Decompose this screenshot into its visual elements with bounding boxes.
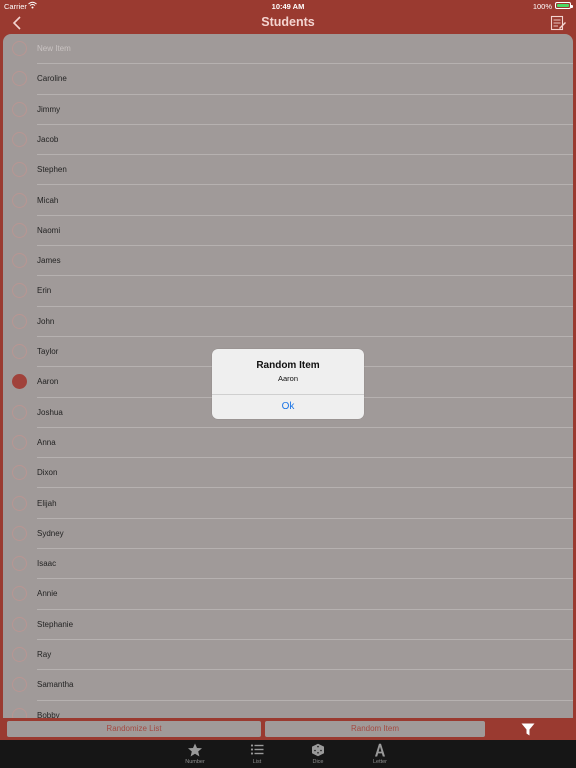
alert-title: Random Item bbox=[256, 360, 320, 371]
list-item[interactable]: Isaac bbox=[3, 549, 573, 580]
tab-label: Number bbox=[185, 759, 205, 765]
radio-button[interactable] bbox=[12, 647, 27, 662]
radio-button[interactable] bbox=[12, 465, 27, 481]
radio-button[interactable] bbox=[12, 101, 27, 117]
radio-button[interactable] bbox=[12, 192, 27, 208]
list-item[interactable]: Jacob bbox=[3, 125, 573, 156]
list-item[interactable]: Stephanie bbox=[3, 610, 573, 640]
radio-button[interactable] bbox=[12, 131, 27, 147]
new-item-placeholder: New Item bbox=[37, 44, 71, 53]
list-item-label: Naomi bbox=[37, 225, 61, 235]
radio-button[interactable] bbox=[12, 222, 27, 238]
list-item-label: Bobby bbox=[37, 710, 60, 718]
action-bar: Randomize List Random Item bbox=[0, 718, 576, 740]
radio-button[interactable] bbox=[12, 71, 27, 87]
radio-button[interactable] bbox=[12, 495, 27, 511]
list-item[interactable]: Stephen bbox=[3, 155, 573, 186]
new-item-row[interactable]: New Item bbox=[3, 34, 573, 65]
list-item-label: Taylor bbox=[37, 347, 59, 356]
list-item[interactable]: Micah bbox=[3, 186, 573, 216]
list-item[interactable]: Erin bbox=[3, 276, 573, 307]
list-item-label: James bbox=[37, 256, 61, 266]
radio-button[interactable] bbox=[12, 556, 27, 572]
list-item[interactable]: Elijah bbox=[3, 489, 573, 519]
list-item-label: Isaac bbox=[37, 559, 57, 569]
list-item-label: Annie bbox=[37, 589, 58, 599]
star-icon bbox=[188, 743, 202, 757]
random-item-button[interactable]: Random Item bbox=[265, 721, 485, 737]
list-item-label: Anna bbox=[37, 437, 56, 447]
list-icon bbox=[250, 744, 264, 755]
tab-number[interactable]: Number bbox=[175, 740, 215, 768]
list-item[interactable]: Ray bbox=[3, 640, 573, 671]
list-item[interactable]: Samantha bbox=[3, 670, 573, 701]
list-item[interactable]: Dixon bbox=[3, 458, 573, 489]
list-item[interactable]: Anna bbox=[3, 428, 573, 459]
radio-button[interactable] bbox=[12, 313, 27, 329]
list-item[interactable]: James bbox=[3, 246, 573, 277]
list-item-label: Aaron bbox=[37, 377, 59, 387]
status-bar: Carrier 10:49 AM 100% bbox=[0, 0, 576, 12]
radio-button[interactable] bbox=[12, 374, 27, 390]
list-item-label: Jacob bbox=[37, 134, 59, 144]
radio-button[interactable] bbox=[12, 525, 27, 541]
list-item-label: Erin bbox=[37, 286, 52, 296]
letter-a-icon bbox=[375, 743, 385, 757]
list-item-label: Elijah bbox=[37, 498, 57, 508]
radio-button[interactable] bbox=[12, 41, 27, 56]
radio-button[interactable] bbox=[12, 283, 27, 299]
tab-bar: Number List Dice Letter bbox=[0, 740, 576, 768]
list-item-label: Ray bbox=[37, 650, 52, 659]
radio-button[interactable] bbox=[12, 162, 27, 178]
edit-list-icon[interactable] bbox=[550, 14, 566, 31]
radio-button[interactable] bbox=[12, 586, 27, 602]
list-item[interactable]: Sydney bbox=[3, 519, 573, 550]
radio-button[interactable] bbox=[12, 677, 27, 693]
radio-button[interactable] bbox=[12, 616, 27, 632]
randomize-list-button[interactable]: Randomize List bbox=[7, 721, 261, 737]
battery-icon bbox=[555, 2, 573, 9]
radio-button[interactable] bbox=[12, 434, 27, 450]
list-item-label: Joshua bbox=[37, 407, 63, 417]
tab-label: Dice bbox=[312, 759, 324, 765]
tab-list[interactable]: List bbox=[237, 740, 277, 768]
list-item[interactable]: John bbox=[3, 307, 573, 337]
random-item-alert: Random Item Aaron Ok bbox=[212, 349, 364, 419]
list-item-label: Samantha bbox=[37, 680, 74, 690]
list-item-label: Jimmy bbox=[37, 104, 61, 114]
radio-button[interactable] bbox=[12, 253, 27, 269]
alert-message: Aaron bbox=[277, 374, 298, 383]
radio-button[interactable] bbox=[12, 344, 27, 359]
list-item[interactable]: Annie bbox=[3, 579, 573, 610]
ok-button[interactable]: Ok bbox=[212, 394, 364, 419]
radio-button[interactable] bbox=[12, 707, 27, 718]
dice-icon bbox=[312, 743, 324, 757]
page-title: Students bbox=[261, 15, 315, 29]
tab-letter[interactable]: Letter bbox=[360, 740, 400, 768]
list-item-label: Sydney bbox=[37, 528, 64, 538]
list-item-label: Stephen bbox=[37, 165, 67, 175]
clock: 10:49 AM bbox=[271, 2, 305, 11]
radio-button[interactable] bbox=[12, 404, 27, 420]
list-item-label: Dixon bbox=[37, 468, 58, 478]
list-item[interactable]: Bobby bbox=[3, 701, 573, 718]
battery-percentage: 100% bbox=[532, 2, 552, 11]
list-item[interactable]: Caroline bbox=[3, 64, 573, 95]
navigation-bar: Students bbox=[0, 12, 576, 34]
tab-label: Letter bbox=[372, 759, 388, 765]
list-item-label: Caroline bbox=[37, 74, 67, 84]
list-item[interactable]: Naomi bbox=[3, 216, 573, 247]
tab-dice[interactable]: Dice bbox=[298, 740, 338, 768]
list-item-label: John bbox=[37, 316, 55, 326]
tab-label: List bbox=[252, 759, 262, 765]
list-item-label: Stephanie bbox=[37, 619, 74, 629]
list-item[interactable]: Jimmy bbox=[3, 95, 573, 125]
list-item-label: Micah bbox=[37, 195, 59, 205]
filter-icon[interactable] bbox=[521, 723, 535, 736]
